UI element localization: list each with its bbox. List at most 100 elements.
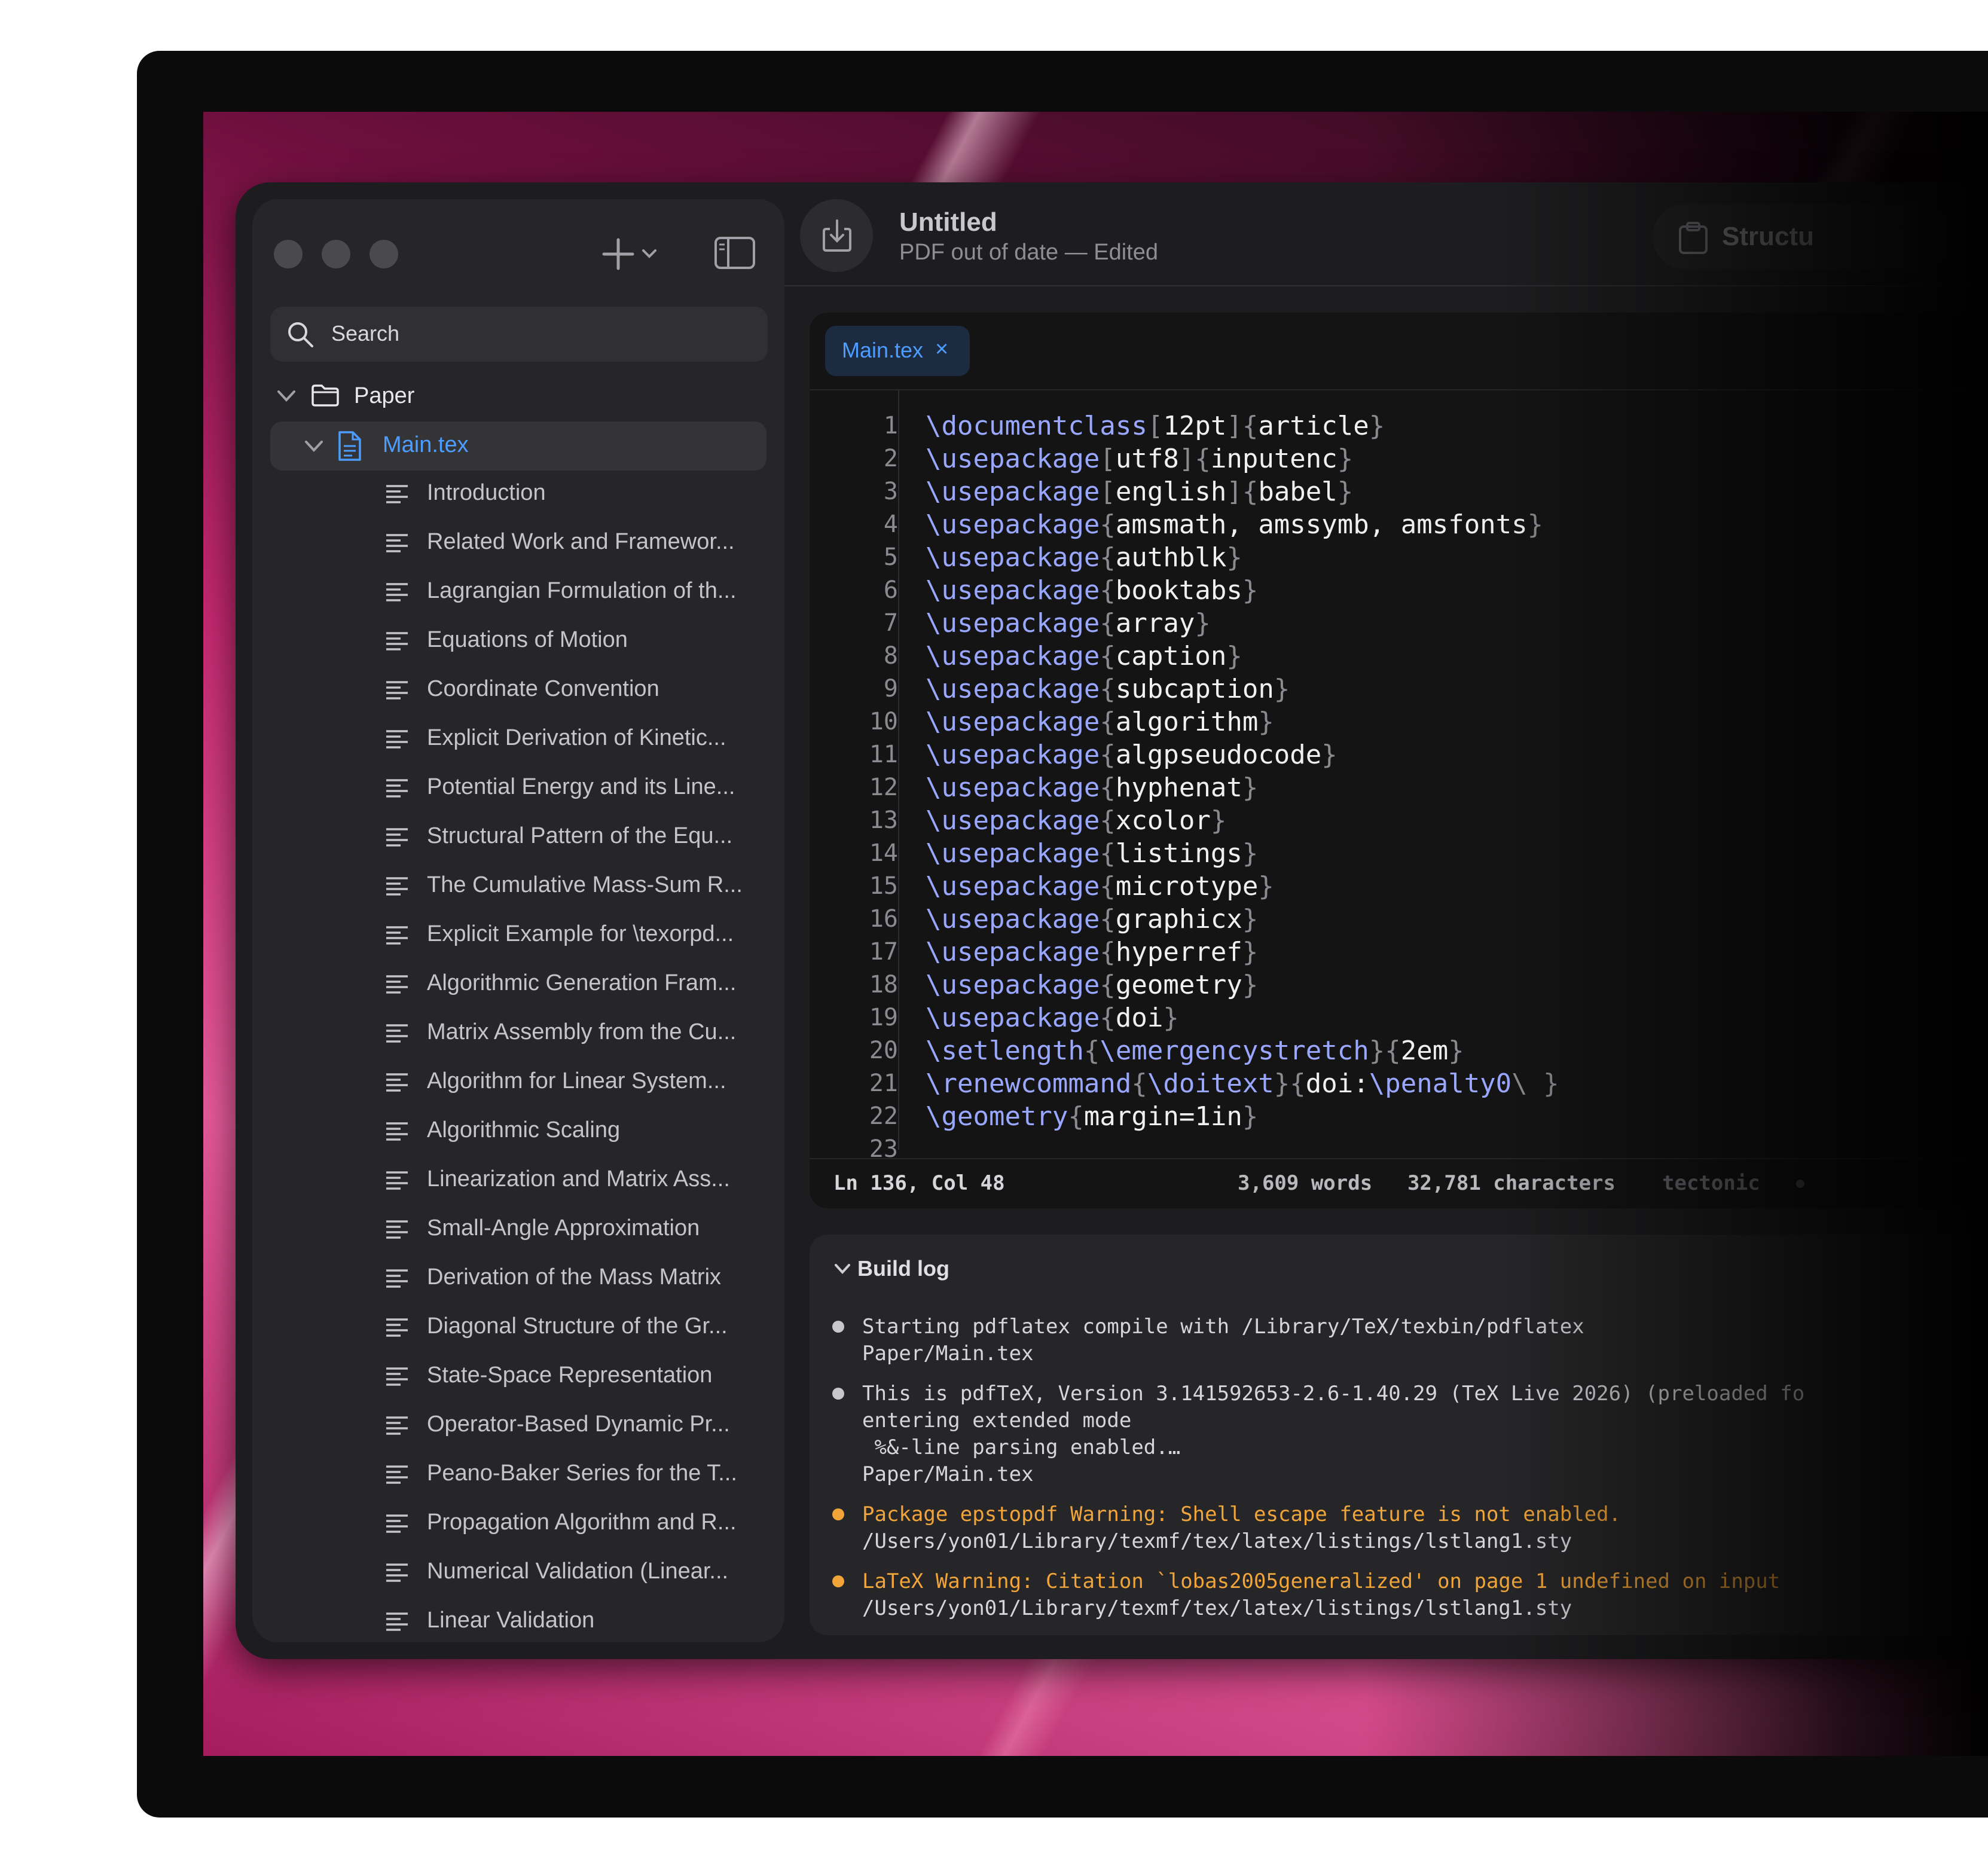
section-icon — [385, 1415, 409, 1440]
file-row-main-tex[interactable]: Main.tex — [270, 421, 767, 471]
code-editor[interactable]: Main.tex × 1 \documentclass[12pt]{article… — [810, 313, 1988, 1208]
code-token: 2em — [1400, 1036, 1449, 1066]
tab-main-tex[interactable]: Main.tex × — [825, 326, 970, 376]
outline-item[interactable]: Linearization and Matrix Ass... — [252, 1157, 784, 1206]
outline-item[interactable]: The Cumulative Mass-Sum R... — [252, 863, 784, 912]
code-token: \usepackage — [926, 509, 1100, 540]
character-count: 32,781 characters — [1407, 1171, 1616, 1195]
code-line: 12 \usepackage{hyphenat} — [810, 772, 1988, 805]
build-log-line: Starting pdflatex compile with /Library/… — [862, 1315, 1584, 1339]
code-token: caption — [1115, 641, 1227, 671]
code-token: babel — [1258, 477, 1337, 507]
folder-icon — [311, 383, 340, 410]
outline-item[interactable]: Numerical Validation (Linear... — [252, 1549, 784, 1598]
line-number: 18 — [869, 971, 898, 998]
line-source: \usepackage{amsmath, amssymb, amsfonts} — [926, 509, 1543, 540]
outline-item[interactable]: Algorithm for Linear System... — [252, 1059, 784, 1108]
minimize-window-button[interactable] — [322, 240, 350, 268]
section-icon — [385, 876, 409, 900]
code-token: } — [1369, 411, 1385, 441]
outline-item-label: Propagation Algorithm and R... — [427, 1510, 737, 1535]
section-icon — [385, 1513, 409, 1538]
outline-item[interactable]: Related Work and Framewor... — [252, 520, 784, 569]
chevron-down-icon[interactable] — [833, 1262, 851, 1279]
outline-item-label: Numerical Validation (Linear... — [427, 1559, 729, 1584]
line-source: \usepackage{caption} — [926, 641, 1242, 671]
engine-status-dot — [1796, 1180, 1804, 1188]
folder-row-paper[interactable]: Paper — [252, 372, 784, 421]
close-window-button[interactable] — [274, 240, 303, 268]
sidebar: Search Paper Main.tex Introduction Relate… — [252, 199, 784, 1642]
outline-item[interactable]: Explicit Derivation of Kinetic... — [252, 716, 784, 765]
outline-item[interactable]: Linear Validation — [252, 1598, 784, 1647]
search-placeholder: Search — [331, 321, 400, 346]
outline-item-label: Explicit Example for \texorpd... — [427, 921, 734, 946]
outline-item[interactable]: Explicit Example for \texorpd... — [252, 912, 784, 961]
folder-label: Paper — [354, 383, 415, 408]
outline-item-label: Algorithmic Generation Fram... — [427, 970, 737, 995]
outline-item[interactable]: Equations of Motion — [252, 618, 784, 667]
outline-item[interactable]: Potential Energy and its Line... — [252, 765, 784, 814]
toggle-sidebar-button[interactable] — [714, 236, 756, 273]
code-token: authblk — [1115, 542, 1227, 573]
close-tab-icon[interactable]: × — [935, 337, 948, 362]
outline-item[interactable]: Structural Pattern of the Equ... — [252, 814, 784, 863]
line-number: 9 — [883, 675, 898, 702]
outline-item-label: Lagrangian Formulation of th... — [427, 578, 737, 603]
code-token: \emergencystretch — [1100, 1036, 1369, 1066]
sidebar-toggle-icon — [714, 237, 755, 269]
section-icon — [385, 729, 409, 753]
code-token: \usepackage — [926, 608, 1100, 639]
code-line: 9 \usepackage{subcaption} — [810, 674, 1988, 707]
code-token: hyphenat — [1115, 772, 1242, 803]
outline-item[interactable]: Lagrangian Formulation of th... — [252, 569, 784, 618]
code-token: } — [1226, 641, 1242, 671]
outline-item[interactable]: Algorithmic Generation Fram... — [252, 961, 784, 1010]
outline-item[interactable]: Propagation Algorithm and R... — [252, 1500, 784, 1549]
outline-item[interactable]: Small-Angle Approximation — [252, 1206, 784, 1255]
chevron-down-icon[interactable] — [276, 388, 297, 408]
info-dot — [832, 1321, 844, 1333]
line-source: \usepackage{graphicx} — [926, 904, 1258, 934]
structure-button[interactable]: Structu — [1653, 204, 1952, 270]
outline-item[interactable]: Diagonal Structure of the Gr... — [252, 1304, 784, 1353]
code-token: \geometry — [926, 1101, 1068, 1132]
code-line: 7 \usepackage{array} — [810, 608, 1988, 641]
code-token: [ — [1100, 444, 1116, 474]
outline-item[interactable]: Peano-Baker Series for the T... — [252, 1451, 784, 1500]
line-number: 4 — [883, 511, 898, 538]
engine-selector[interactable]: tectonic — [1662, 1171, 1760, 1195]
code-line: 18 \usepackage{geometry} — [810, 970, 1988, 1003]
line-number: 20 — [869, 1037, 898, 1064]
code-token: 12pt — [1163, 411, 1227, 441]
code-token: ]{ — [1226, 477, 1259, 507]
code-token: { — [1100, 740, 1116, 770]
build-log-message: Starting pdflatex compile with /Library/… — [862, 1314, 1584, 1367]
tab-bar-divider — [810, 389, 1988, 390]
search-input[interactable]: Search — [270, 307, 768, 362]
download-pdf-button[interactable] — [800, 199, 873, 272]
outline-item[interactable]: Algorithmic Scaling — [252, 1108, 784, 1157]
chevron-down-icon[interactable] — [304, 438, 324, 458]
line-number: 19 — [869, 1004, 898, 1031]
clipboard-icon — [1679, 222, 1708, 254]
line-number: 11 — [869, 741, 898, 768]
code-token: \usepackage — [926, 772, 1100, 803]
code-token: \usepackage — [926, 871, 1100, 902]
code-token: } — [1163, 1003, 1179, 1033]
build-log-message: Package epstopdf Warning: Shell escape f… — [862, 1501, 1621, 1555]
new-item-button[interactable] — [601, 235, 667, 276]
outline-item[interactable]: Matrix Assembly from the Cu... — [252, 1010, 784, 1059]
outline-item[interactable]: Coordinate Convention — [252, 667, 784, 716]
code-token: article — [1258, 411, 1369, 441]
code-token: doi — [1115, 1003, 1164, 1033]
code-token: \ } — [1511, 1068, 1559, 1099]
outline-item[interactable]: Introduction — [252, 471, 784, 520]
outline-item[interactable]: Operator-Based Dynamic Pr... — [252, 1402, 784, 1451]
warning-dot — [832, 1508, 844, 1520]
build-log-line: Package epstopdf Warning: Shell escape f… — [862, 1502, 1621, 1526]
outline-item[interactable]: State-Space Representation — [252, 1353, 784, 1402]
code-token: \setlength — [926, 1036, 1084, 1066]
outline-item[interactable]: Derivation of the Mass Matrix — [252, 1255, 784, 1304]
zoom-window-button[interactable] — [369, 240, 398, 268]
